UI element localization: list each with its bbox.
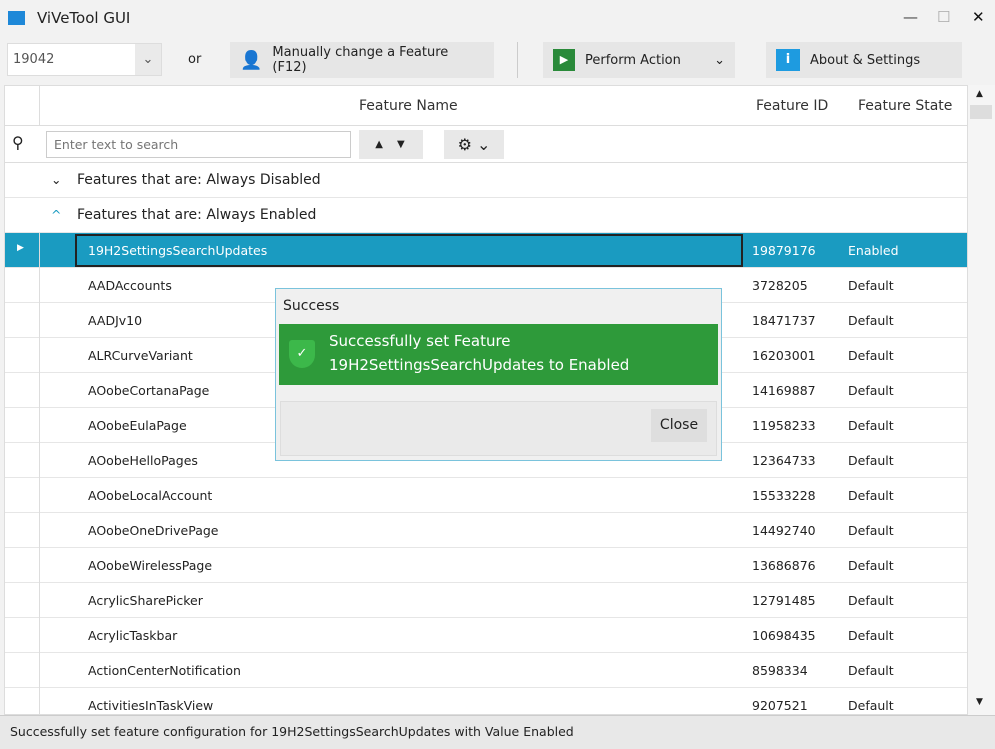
play-icon: ▶ bbox=[553, 49, 575, 71]
sort-buttons[interactable]: ▲▼ bbox=[359, 130, 423, 159]
feature-state: Default bbox=[848, 663, 894, 678]
or-label: or bbox=[188, 52, 202, 67]
feature-id: 10698435 bbox=[752, 628, 816, 643]
about-settings-button[interactable]: i About & Settings bbox=[766, 42, 962, 78]
feature-name: AADJv10 bbox=[88, 313, 143, 328]
feature-name: AOobeCortanaPage bbox=[88, 383, 210, 398]
chevron-up-icon: ^ bbox=[51, 207, 62, 222]
feature-id: 14492740 bbox=[752, 523, 816, 538]
feature-state: Default bbox=[848, 698, 894, 713]
perform-action-button[interactable]: ▶ Perform Action ⌄ bbox=[543, 42, 735, 78]
search-row: ⚲ ▲▼ ⚙ ⌄ bbox=[5, 126, 967, 163]
table-row[interactable]: ActionCenterNotification 8598334 Default bbox=[5, 653, 967, 688]
divider bbox=[517, 42, 518, 78]
column-feature-id[interactable]: Feature ID bbox=[756, 98, 828, 114]
table-row[interactable]: AcrylicTaskbar 10698435 Default bbox=[5, 618, 967, 653]
feature-name: AADAccounts bbox=[88, 278, 172, 293]
feature-state: Default bbox=[848, 488, 894, 503]
feature-name: AOobeOneDrivePage bbox=[88, 523, 219, 538]
chevron-down-icon: ⌄ bbox=[51, 172, 62, 187]
success-banner: ✓ Successfully set Feature 19H2SettingsS… bbox=[279, 324, 718, 385]
feature-name: AOobeWirelessPage bbox=[88, 558, 213, 573]
feature-state: Default bbox=[848, 278, 894, 293]
chevron-down-icon[interactable]: ⌄ bbox=[135, 44, 161, 75]
feature-state: Default bbox=[848, 593, 894, 608]
feature-id: 12364733 bbox=[752, 453, 816, 468]
feature-state: Default bbox=[848, 348, 894, 363]
feature-id: 13686876 bbox=[752, 558, 816, 573]
manual-change-label: Manually change a Feature (F12) bbox=[272, 45, 449, 75]
feature-name: ALRCurveVariant bbox=[88, 348, 193, 363]
window-title: ViVeTool GUI bbox=[37, 9, 131, 27]
app-icon bbox=[8, 11, 25, 25]
table-row[interactable]: ▶ 19H2SettingsSearchUpdates 19879176 Ena… bbox=[5, 233, 967, 268]
scroll-up-icon: ▲ bbox=[976, 89, 983, 99]
grid-header: Feature Name Feature ID Feature State bbox=[5, 86, 967, 126]
feature-name: AcrylicSharePicker bbox=[88, 593, 203, 608]
feature-state: Enabled bbox=[848, 243, 899, 258]
feature-name: AOobeEulaPage bbox=[88, 418, 187, 433]
feature-id: 15533228 bbox=[752, 488, 816, 503]
chevron-down-icon: ⌄ bbox=[714, 52, 725, 68]
feature-state: Default bbox=[848, 558, 894, 573]
feature-name: ActionCenterNotification bbox=[88, 663, 241, 678]
build-value: 19042 bbox=[13, 52, 55, 67]
scroll-down-icon: ▼ bbox=[976, 697, 983, 707]
success-dialog: Success ✓ Successfully set Feature 19H2S… bbox=[275, 288, 722, 461]
group-always-enabled[interactable]: ^ Features that are: Always Enabled bbox=[5, 198, 967, 233]
vertical-scrollbar[interactable]: ▲ ▼ bbox=[968, 85, 995, 715]
feature-state: Default bbox=[848, 453, 894, 468]
table-row[interactable]: AOobeLocalAccount 15533228 Default bbox=[5, 478, 967, 513]
success-message-line2: 19H2SettingsSearchUpdates to Enabled bbox=[329, 356, 630, 374]
status-text: Successfully set feature configuration f… bbox=[10, 724, 574, 739]
info-icon: i bbox=[776, 49, 800, 71]
feature-name: ActivitiesInTaskView bbox=[88, 698, 214, 713]
minimize-button[interactable]: — bbox=[903, 8, 918, 26]
table-row[interactable]: AOobeWirelessPage 13686876 Default bbox=[5, 548, 967, 583]
feature-id: 11958233 bbox=[752, 418, 816, 433]
column-feature-name[interactable]: Feature Name bbox=[359, 98, 458, 114]
table-row[interactable]: AcrylicSharePicker 12791485 Default bbox=[5, 583, 967, 618]
title-bar: ViVeTool GUI — ☐ ✕ bbox=[0, 0, 995, 38]
feature-id: 18471737 bbox=[752, 313, 816, 328]
feature-id: 8598334 bbox=[752, 663, 808, 678]
gear-icon[interactable]: ⚙ ⌄ bbox=[444, 130, 504, 159]
feature-state: Default bbox=[848, 418, 894, 433]
feature-name: AcrylicTaskbar bbox=[88, 628, 178, 643]
close-dialog-button[interactable]: Close bbox=[651, 409, 707, 442]
build-combobox[interactable]: 19042 ⌄ bbox=[7, 43, 162, 76]
scroll-thumb bbox=[970, 105, 992, 119]
status-bar: Successfully set feature configuration f… bbox=[0, 715, 995, 749]
feature-name: AOobeHelloPages bbox=[88, 453, 198, 468]
group-always-disabled[interactable]: ⌄ Features that are: Always Disabled bbox=[5, 163, 967, 198]
about-settings-label: About & Settings bbox=[810, 52, 921, 68]
search-input[interactable] bbox=[46, 131, 351, 158]
column-feature-state[interactable]: Feature State bbox=[858, 98, 952, 114]
search-icon: ⚲ bbox=[12, 133, 24, 152]
user-edit-icon: 👤 bbox=[240, 49, 263, 71]
feature-state: Default bbox=[848, 523, 894, 538]
perform-action-label: Perform Action bbox=[585, 52, 681, 68]
dialog-title: Success bbox=[283, 298, 340, 314]
feature-state: Default bbox=[848, 383, 894, 398]
feature-id: 12791485 bbox=[752, 593, 816, 608]
feature-id: 9207521 bbox=[752, 698, 808, 713]
feature-id: 14169887 bbox=[752, 383, 816, 398]
manual-change-button[interactable]: 👤 Manually change a Feature (F12) bbox=[230, 42, 494, 78]
feature-name: AOobeLocalAccount bbox=[88, 488, 213, 503]
row-indicator-icon: ▶ bbox=[17, 243, 24, 253]
feature-state: Default bbox=[848, 628, 894, 643]
feature-state: Default bbox=[848, 313, 894, 328]
shield-check-icon: ✓ bbox=[289, 340, 315, 368]
close-button[interactable]: ✕ bbox=[972, 8, 985, 26]
feature-id: 3728205 bbox=[752, 278, 808, 293]
maximize-button[interactable]: ☐ bbox=[937, 8, 950, 26]
feature-id: 16203001 bbox=[752, 348, 816, 363]
feature-id: 19879176 bbox=[752, 243, 816, 258]
feature-name: 19H2SettingsSearchUpdates bbox=[88, 243, 268, 258]
success-message-line1: Successfully set Feature bbox=[329, 332, 511, 350]
table-row[interactable]: ActivitiesInTaskView 9207521 Default bbox=[5, 688, 967, 714]
dialog-footer: Close bbox=[280, 401, 717, 456]
table-row[interactable]: AOobeOneDrivePage 14492740 Default bbox=[5, 513, 967, 548]
